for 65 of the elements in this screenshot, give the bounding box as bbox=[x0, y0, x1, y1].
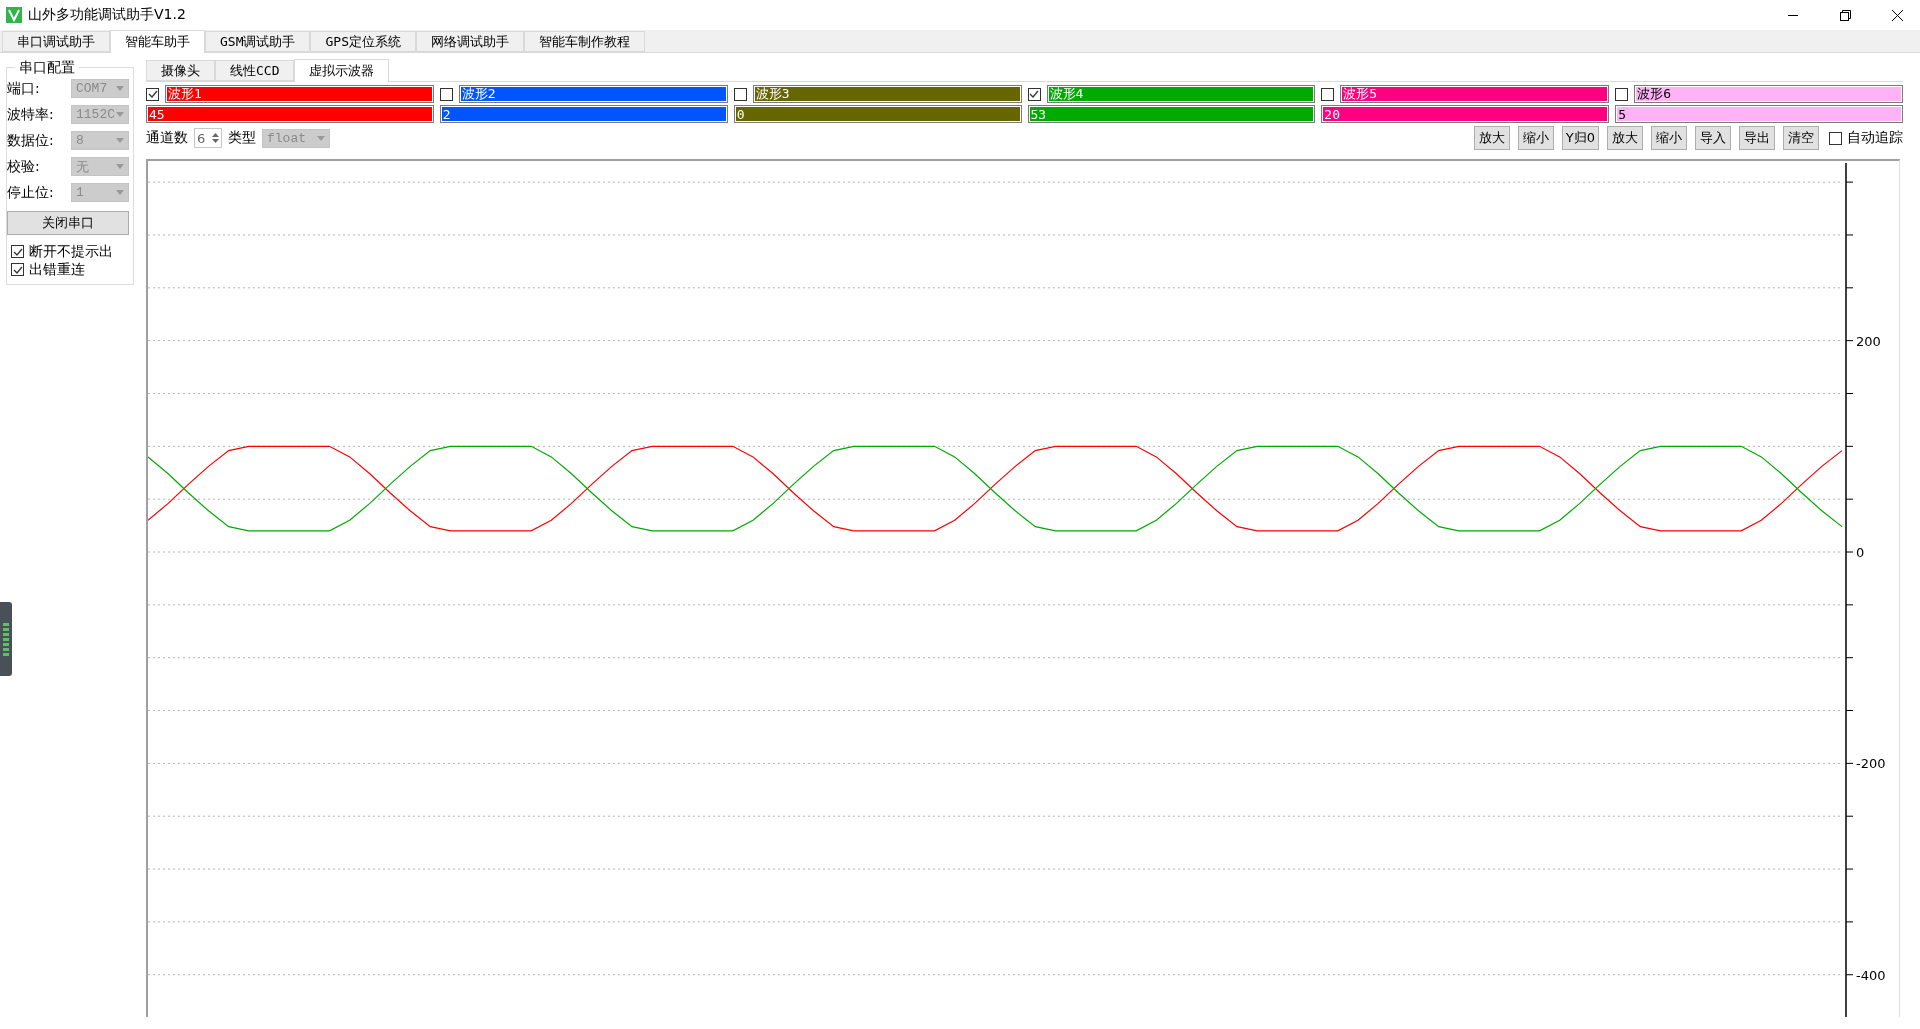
toolbar-button[interactable]: 清空 bbox=[1783, 126, 1819, 150]
checkbox[interactable] bbox=[1027, 87, 1041, 101]
checkbox-label: 自动追踪 bbox=[1847, 129, 1903, 147]
field-label: 端口: bbox=[7, 79, 40, 98]
dropdown-arrow-icon bbox=[116, 190, 124, 195]
toolbar-button[interactable]: 放大 bbox=[1473, 126, 1510, 150]
field-label: 波特率: bbox=[7, 105, 54, 124]
channel-value-field[interactable]: 0 bbox=[733, 105, 1022, 123]
axis-label: -200 bbox=[1856, 756, 1886, 772]
field-label: 校验: bbox=[7, 157, 40, 176]
toolbar-button[interactable]: 导出 bbox=[1739, 126, 1775, 150]
channel-name-field[interactable]: 波形6 bbox=[1634, 85, 1903, 103]
axis-label: 0 bbox=[1856, 545, 1865, 560]
field-label: 类型 bbox=[228, 129, 256, 147]
dropdown-arrow-icon bbox=[116, 112, 124, 117]
tab[interactable]: 线性CCD bbox=[215, 60, 295, 81]
checkbox[interactable] bbox=[439, 87, 453, 101]
axis-label: 200 bbox=[1856, 333, 1881, 349]
tab[interactable]: 串口调试助手 bbox=[2, 31, 110, 52]
channel-name-field[interactable]: 波形5 bbox=[1340, 85, 1610, 103]
tab[interactable]: 虚拟示波器 bbox=[294, 59, 390, 82]
toolbar-button[interactable]: Y归0 bbox=[1561, 126, 1599, 150]
checkbox[interactable] bbox=[733, 87, 747, 101]
channel-value-field[interactable]: 5 bbox=[1615, 105, 1903, 123]
dropdown-arrow-icon bbox=[116, 138, 124, 143]
field-label: 停止位: bbox=[7, 183, 54, 202]
tab[interactable]: 摄像头 bbox=[146, 60, 215, 81]
side-handle[interactable] bbox=[0, 602, 12, 676]
channel-value-field[interactable]: 2 bbox=[439, 105, 728, 123]
window-title: 山外多功能调试助手V1.2 bbox=[28, 6, 187, 24]
channel-value-field[interactable]: 45 bbox=[146, 105, 434, 123]
channel-name-field[interactable]: 波形1 bbox=[165, 85, 434, 103]
dropdown-arrow-icon bbox=[116, 86, 124, 91]
toolbar-button[interactable]: 缩小 bbox=[1517, 126, 1554, 150]
tab[interactable]: 网络调试助手 bbox=[415, 31, 524, 52]
tab[interactable]: GSM调试助手 bbox=[205, 31, 311, 52]
checkbox[interactable] bbox=[1321, 87, 1335, 101]
close-icon bbox=[1891, 9, 1903, 21]
tab[interactable]: GPS定位系统 bbox=[310, 31, 416, 52]
channel-name-field[interactable]: 波形3 bbox=[752, 85, 1022, 103]
toolbar-button[interactable]: 放大 bbox=[1607, 126, 1643, 150]
axis-label: -400 bbox=[1856, 967, 1886, 983]
field-label: 通道数 bbox=[146, 129, 188, 147]
app-logo-icon bbox=[6, 7, 22, 23]
tab[interactable]: 智能车制作教程 bbox=[523, 31, 645, 52]
checkbox-label: 出错重连 bbox=[29, 260, 85, 279]
group-title: 串口配置 bbox=[15, 59, 79, 75]
checkbox[interactable] bbox=[146, 87, 159, 101]
close-port-button[interactable]: 关闭串口 bbox=[7, 211, 129, 235]
toolbar-button[interactable]: 缩小 bbox=[1651, 126, 1687, 150]
minimize-icon bbox=[1788, 14, 1798, 16]
checkbox[interactable] bbox=[11, 263, 24, 276]
restore-icon bbox=[1839, 9, 1851, 21]
dropdown-arrow-icon bbox=[317, 135, 325, 141]
checkbox-label: 断开不提示出 bbox=[29, 242, 113, 261]
checkbox[interactable] bbox=[1615, 87, 1629, 101]
checkbox[interactable] bbox=[1829, 131, 1842, 145]
checkbox[interactable] bbox=[11, 245, 24, 258]
dropdown-arrow-icon bbox=[116, 164, 124, 169]
spin-box[interactable]: 6 bbox=[194, 128, 222, 148]
toolbar-button[interactable]: 导入 bbox=[1695, 126, 1731, 150]
tab[interactable]: 智能车助手 bbox=[110, 30, 205, 53]
field-label: 数据位: bbox=[7, 131, 54, 150]
channel-name-field[interactable]: 波形2 bbox=[458, 85, 728, 103]
channel-value-field[interactable]: 20 bbox=[1321, 105, 1610, 123]
